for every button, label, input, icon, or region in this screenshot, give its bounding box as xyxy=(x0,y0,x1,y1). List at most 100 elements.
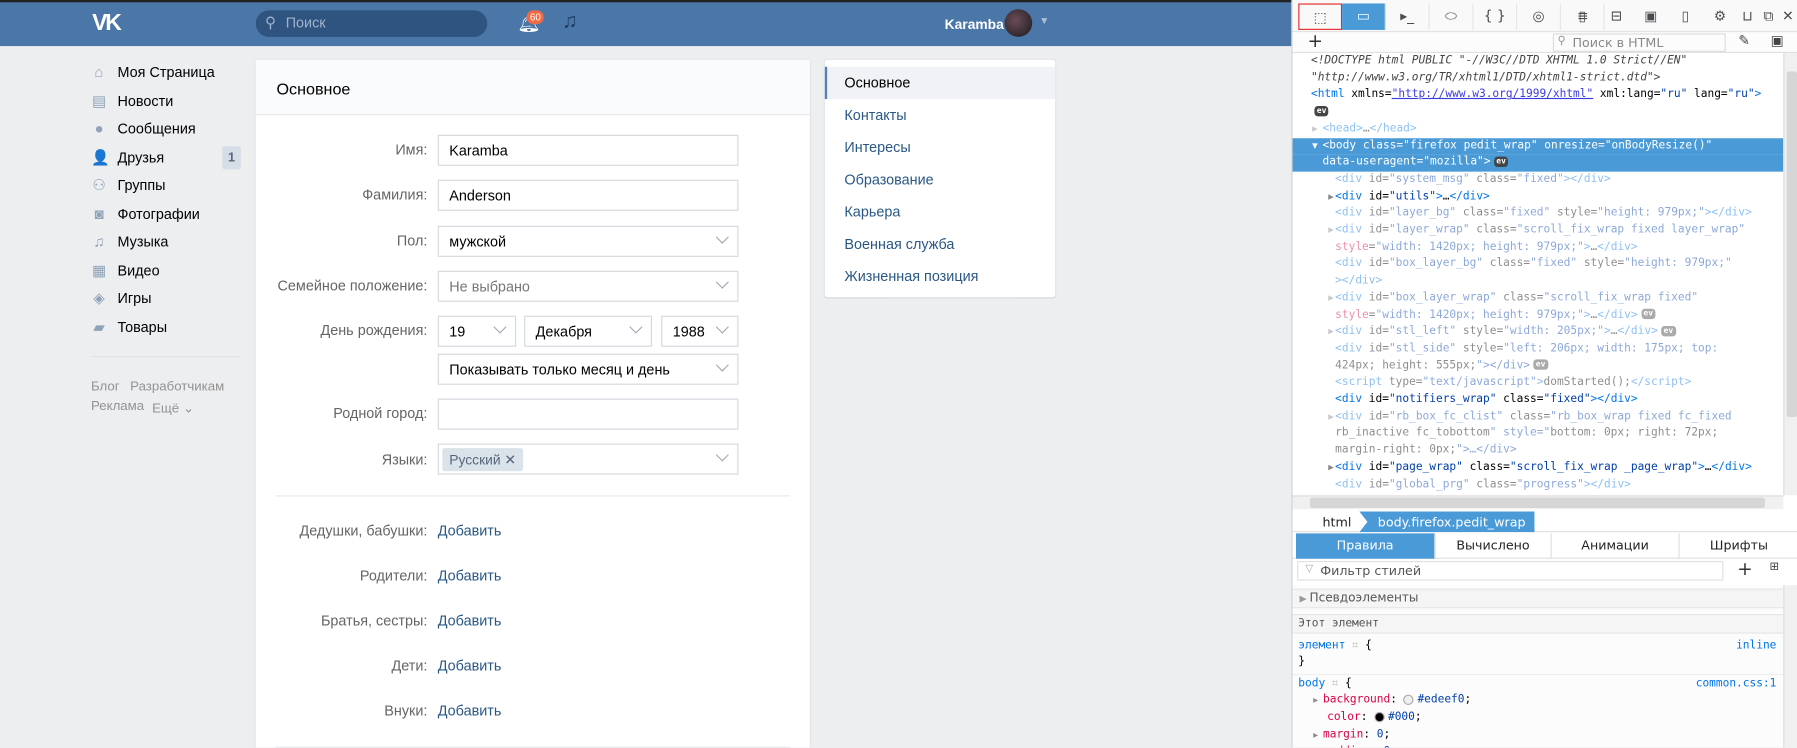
footer-link-ads[interactable]: Реклама xyxy=(91,400,144,414)
highlight-icon[interactable]: ⌗ xyxy=(1332,677,1338,690)
waterfall-icon[interactable]: ≡ xyxy=(1567,3,1599,29)
html-search-input[interactable]: ⚲ Поиск в HTML xyxy=(1552,33,1726,52)
eyedropper-icon[interactable]: ✎ xyxy=(1738,32,1750,48)
markup-line[interactable]: ▶ <div id="rb_box_fc_clist" class="rb_box… xyxy=(1293,409,1784,426)
markup-line[interactable]: <!DOCTYPE html PUBLIC "-//W3C//DTD XHTML… xyxy=(1293,53,1784,70)
sidebar-item[interactable]: ◙ Фотографии xyxy=(91,202,241,227)
add-relative-link[interactable]: Добавить xyxy=(438,703,502,719)
markup-line[interactable]: <div id="box_layer_bg" class="fixed" sty… xyxy=(1293,256,1784,273)
sex-select[interactable]: мужской xyxy=(437,225,739,257)
scratchpad-icon[interactable]: ▣ xyxy=(1634,3,1669,29)
music-icon[interactable]: ♫ xyxy=(562,9,578,33)
markup-line[interactable]: ▼ <body class = "firefox pedit_wrap" onresi… xyxy=(1292,137,1784,155)
markup-line[interactable]: ev xyxy=(1293,104,1784,121)
add-relative-link[interactable]: Добавить xyxy=(438,523,502,539)
tab-animations[interactable]: Анимации xyxy=(1552,533,1680,559)
first-name-input[interactable]: Karamba xyxy=(437,134,739,166)
avatar[interactable] xyxy=(1004,9,1033,37)
expand-arrow-icon[interactable]: ▶ xyxy=(1328,324,1334,341)
css-declaration[interactable]: ▶ margin: 0; xyxy=(1293,726,1784,744)
section-menu-item[interactable]: Основное xyxy=(824,66,1056,100)
markup-line[interactable]: <div id="stl_side" style="left: 206px; w… xyxy=(1293,341,1784,358)
debugger-tab-icon[interactable]: ⬭ xyxy=(1430,3,1474,30)
markup-line[interactable]: <div id="system_msg" class="fixed"></div… xyxy=(1293,172,1784,189)
scrollbar-thumb[interactable] xyxy=(1309,497,1765,509)
markup-line[interactable]: rb_inactive fc_tobottom" style="bottom: … xyxy=(1293,426,1784,443)
color-swatch[interactable] xyxy=(1374,711,1385,722)
gear-icon[interactable]: ⚙ xyxy=(1703,3,1738,29)
section-menu-item[interactable]: Интересы xyxy=(825,131,1055,163)
performance-tab-icon[interactable]: ◎ xyxy=(1517,3,1561,30)
layout-icon[interactable]: ⊟ xyxy=(1599,3,1634,29)
birthday-month-select[interactable]: Декабря xyxy=(524,315,653,347)
markup-line[interactable]: ▶ <div id="stl_left" style="width: 205px;… xyxy=(1293,324,1784,341)
breadcrumb-html[interactable]: html xyxy=(1322,515,1351,530)
section-menu-item[interactable]: Жизненная позиция xyxy=(825,260,1055,292)
birthday-day-select[interactable]: 19 xyxy=(437,315,517,347)
markup-line[interactable]: <html xmlns="http://www.w3.org/1999/xhtm… xyxy=(1293,87,1784,104)
color-swatch[interactable] xyxy=(1403,694,1415,705)
markup-line[interactable]: <div id="global_prg" class="progress"></… xyxy=(1293,476,1784,493)
event-badge[interactable]: ev xyxy=(1533,359,1548,370)
style-editor-tab-icon[interactable]: { } xyxy=(1473,3,1518,30)
vk-logo[interactable]: VK xyxy=(92,10,122,36)
expand-arrow-icon[interactable]: ▶ xyxy=(1312,121,1318,138)
rule-source[interactable]: common.css:1 xyxy=(1696,675,1777,692)
markup-line[interactable]: 424px; height: 555px;"></div> ev xyxy=(1293,358,1784,375)
sidebar-item[interactable]: ⌂ Моя Страница xyxy=(91,61,241,86)
body-rule[interactable]: body ⌗ {common.css:1 xyxy=(1292,673,1784,692)
markup-line[interactable]: margin-right: 0px;">…</div> xyxy=(1293,442,1784,459)
section-menu-item[interactable]: Образование xyxy=(825,164,1055,196)
markup-line[interactable]: ▶ <div id="page_wrap" class="scroll_fix_w… xyxy=(1293,459,1784,476)
markup-view[interactable]: <!DOCTYPE html PUBLIC "-//W3C//DTD XHTML… xyxy=(1292,53,1784,495)
user-name[interactable]: Karamba xyxy=(945,16,1004,32)
toggle-classes-icon[interactable]: ⊞ xyxy=(1769,561,1779,574)
languages-select[interactable]: Русский ✕ xyxy=(437,443,739,475)
event-badge[interactable]: ev xyxy=(1493,156,1509,167)
event-badge[interactable]: ev xyxy=(1314,105,1329,116)
close-icon[interactable]: ✕ xyxy=(1778,3,1797,29)
expand-arrow-icon[interactable]: ▶ xyxy=(1328,222,1334,239)
tab-computed[interactable]: Вычислено xyxy=(1435,533,1552,559)
highlight-icon[interactable]: ⌗ xyxy=(1352,639,1358,652)
screenshot-node-icon[interactable]: ▣ xyxy=(1771,32,1784,48)
sidebar-item[interactable]: ● Сообщения xyxy=(91,118,241,143)
markup-line[interactable]: ▶ <head>…</head> xyxy=(1293,121,1784,138)
section-menu-item[interactable]: Карьера xyxy=(825,196,1055,228)
markup-vertical-scrollbar[interactable] xyxy=(1783,52,1797,496)
markup-line[interactable]: style="width: 1420px; height: 979px;">…<… xyxy=(1293,307,1784,324)
breadcrumb-body[interactable]: body.firefox.pedit_wrap xyxy=(1359,511,1535,533)
css-declaration[interactable]: ▶ background: #edeef0; xyxy=(1293,691,1784,709)
birthday-visibility-select[interactable]: Показывать только месяц и день xyxy=(437,353,739,385)
add-relative-link[interactable]: Добавить xyxy=(438,568,502,584)
expand-arrow-icon[interactable]: ▶ xyxy=(1328,290,1334,307)
chevron-down-icon[interactable]: ▼ xyxy=(1039,15,1049,27)
section-menu-item[interactable]: Военная служба xyxy=(825,228,1055,260)
relationship-select[interactable]: Не выбрано xyxy=(437,270,739,302)
add-relative-link[interactable]: Добавить xyxy=(438,658,502,674)
markup-line[interactable]: ▶ <div id="utils">…</div> xyxy=(1293,188,1784,205)
dock-bottom-icon[interactable]: ⊔ xyxy=(1737,3,1758,29)
expand-arrow-icon[interactable]: ▶ xyxy=(1328,459,1334,476)
css-declaration[interactable]: color: #000; xyxy=(1293,708,1784,725)
birthday-year-select[interactable]: 1988 xyxy=(661,315,739,347)
search-input[interactable]: ⚲ Поиск xyxy=(255,10,488,37)
responsive-icon[interactable]: ▯ xyxy=(1668,3,1703,29)
markup-line[interactable]: ></div> xyxy=(1293,273,1784,290)
add-relative-link[interactable]: Добавить xyxy=(438,613,502,629)
hometown-input[interactable] xyxy=(437,398,739,430)
footer-link-blog[interactable]: Блог xyxy=(91,380,120,394)
style-filter-input[interactable]: ▽ Фильтр стилей xyxy=(1297,561,1724,581)
markup-line[interactable]: "http://www.w3.org/TR/xhtml1/DTD/xhtml1-… xyxy=(1293,70,1784,87)
markup-line[interactable]: <script type="text/javascript">domStarte… xyxy=(1293,375,1784,392)
markup-line[interactable]: <div id="notifiers_wrap" class="fixed"><… xyxy=(1293,392,1784,409)
event-badge[interactable]: ev xyxy=(1661,325,1676,337)
remove-icon[interactable]: ✕ xyxy=(504,452,516,468)
undock-icon[interactable]: ⧉ xyxy=(1758,3,1779,29)
markup-line[interactable]: style="width: 1420px; height: 979px;">…<… xyxy=(1293,239,1784,256)
markup-line[interactable]: data-useragent="mozilla"> ev xyxy=(1292,154,1784,172)
markup-line[interactable]: <div id="layer_bg" class="fixed" style="… xyxy=(1293,205,1784,222)
add-rule-icon[interactable]: + xyxy=(1737,558,1752,580)
console-tab-icon[interactable]: ▸_ xyxy=(1386,3,1430,30)
element-picker-icon[interactable]: ⬚ xyxy=(1298,3,1343,30)
